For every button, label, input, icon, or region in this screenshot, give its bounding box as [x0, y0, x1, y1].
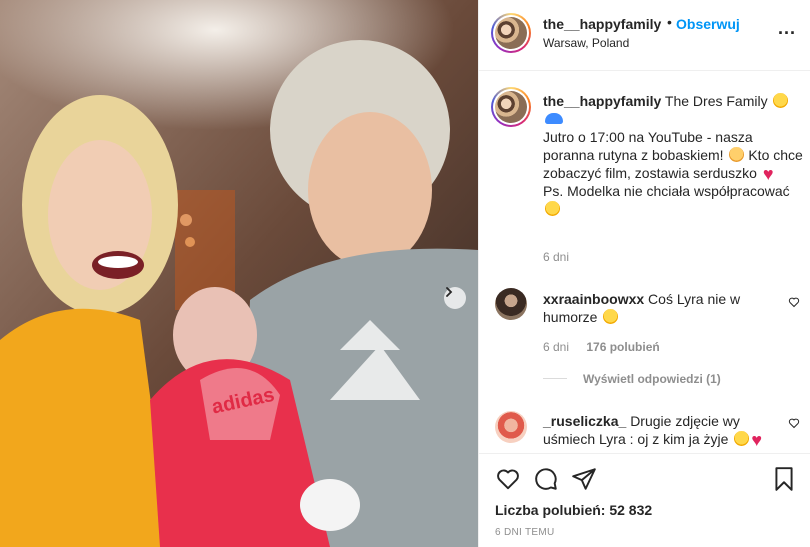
like-count[interactable]: Liczba polubień: 52 832 — [495, 502, 652, 518]
caption-avatar[interactable] — [491, 87, 531, 127]
comment-avatar[interactable] — [495, 411, 527, 443]
comment-username[interactable]: xxraainboowxx — [543, 291, 644, 307]
more-options-button[interactable]: ... — [778, 18, 796, 39]
baby-emoji-icon — [729, 147, 745, 162]
comment-timestamp[interactable]: 6 dni — [543, 340, 569, 354]
share-icon[interactable] — [571, 466, 597, 492]
comment-icon[interactable] — [533, 466, 559, 492]
grin-emoji-icon — [545, 201, 560, 216]
location-link[interactable]: Warsaw, Poland — [543, 36, 629, 50]
comment-username[interactable]: _ruseliczka_ — [543, 413, 626, 429]
chevron-right-icon — [446, 287, 453, 297]
post-sidebar: the__happyfamily • Obserwuj Warsaw, Pola… — [478, 0, 810, 547]
comment-avatar[interactable] — [495, 288, 527, 320]
caption-timestamp[interactable]: 6 dni — [543, 250, 569, 264]
caption-line-4: Ps. Modelka nie chciała współpracować — [543, 183, 790, 199]
avatar[interactable] — [491, 13, 531, 53]
caption: the__happyfamily The Dres Family Jutro o… — [543, 92, 805, 218]
next-photo-button[interactable] — [444, 287, 466, 309]
heart-eyes-emoji-icon — [603, 309, 619, 324]
caption-line-1: The Dres Family — [664, 93, 768, 109]
comment-likes[interactable]: 176 polubień — [586, 340, 659, 354]
heart-emoji-icon — [763, 166, 778, 180]
follow-button[interactable]: Obserwuj — [676, 16, 740, 32]
instagram-post: adidas the__happyfamily • Obserwuj Warsa… — [0, 0, 810, 547]
comments-list: the__happyfamily The Dres Family Jutro o… — [479, 72, 810, 452]
header-username[interactable]: the__happyfamily — [543, 16, 661, 32]
caption-line-2: Jutro o 17:00 na YouTube - nasza poranna… — [543, 129, 753, 163]
post-header: the__happyfamily • Obserwuj Warsaw, Pola… — [479, 0, 810, 71]
comment-text: xxraainboowxx Coś Lyra nie w humorze — [543, 290, 777, 326]
comment-like-icon[interactable] — [788, 417, 800, 429]
post-actions: Liczba polubień: 52 832 6 DNI TEMU — [479, 453, 810, 547]
joy-emoji-icon — [734, 431, 750, 446]
post-date[interactable]: 6 DNI TEMU — [495, 527, 555, 538]
cap-emoji-icon — [545, 113, 563, 124]
caption-username[interactable]: the__happyfamily — [543, 93, 661, 109]
family-photo: adidas — [0, 0, 478, 547]
view-replies-button[interactable]: Wyświetl odpowiedzi (1) — [543, 372, 721, 386]
comment-like-icon[interactable] — [788, 296, 800, 308]
bookmark-icon[interactable] — [771, 466, 797, 492]
joy-emoji-icon — [773, 93, 789, 108]
post-photo[interactable]: adidas — [0, 0, 478, 547]
heart-icon[interactable] — [495, 466, 521, 492]
comment-meta: 6 dni 176 polubień — [543, 340, 674, 354]
heart-emoji-icon — [751, 432, 766, 446]
comment-text: _ruseliczka_ Drugie zdjęcie wy uśmiech L… — [543, 412, 777, 448]
separator-dot: • — [667, 14, 672, 30]
